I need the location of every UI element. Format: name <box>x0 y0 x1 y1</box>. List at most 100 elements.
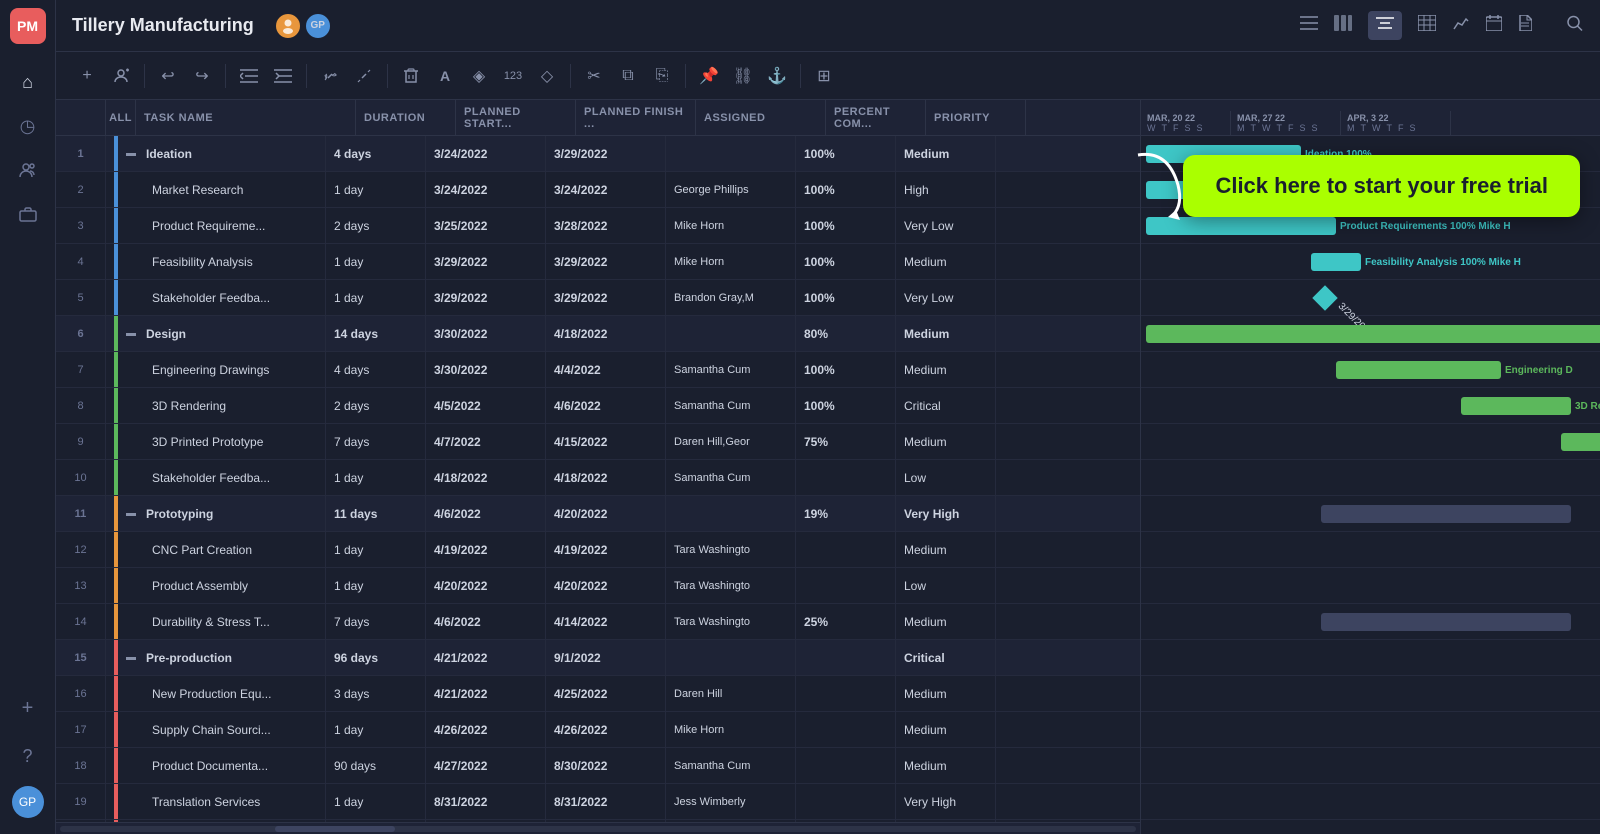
scrollbar-thumb[interactable] <box>275 826 395 832</box>
unlink-btn[interactable] <box>349 61 379 91</box>
task-name-cell[interactable]: 3D Printed Prototype <box>106 424 326 459</box>
task-name-cell[interactable]: Product Assembly <box>106 568 326 603</box>
table-row[interactable]: 14Durability & Stress T...7 days4/6/2022… <box>56 604 1140 640</box>
group-expand-icon[interactable]: ▬ <box>126 328 136 339</box>
user-avatar-small[interactable]: GP <box>12 786 44 818</box>
cut-btn[interactable]: ✂ <box>579 61 609 91</box>
sidebar-item-briefcase[interactable] <box>10 196 46 232</box>
table-row[interactable]: 5Stakeholder Feedba...1 day3/29/20223/29… <box>56 280 1140 316</box>
sidebar-item-people[interactable] <box>10 152 46 188</box>
table-row[interactable]: 11▬Prototyping11 days4/6/20224/20/202219… <box>56 496 1140 532</box>
document-view-icon[interactable] <box>1518 15 1532 36</box>
task-name-cell[interactable]: Product Requireme... <box>106 208 326 243</box>
indent-btn[interactable] <box>268 61 298 91</box>
table-row[interactable]: 18Product Documenta...90 days4/27/20228/… <box>56 748 1140 784</box>
table-row[interactable]: 2Market Research1 day3/24/20223/24/2022G… <box>56 172 1140 208</box>
gantt-bar[interactable] <box>1321 613 1571 631</box>
col-task-header[interactable]: TASK NAME <box>136 100 356 135</box>
table-row[interactable]: 7Engineering Drawings4 days3/30/20224/4/… <box>56 352 1140 388</box>
paste-btn[interactable]: ⎘ <box>647 61 677 91</box>
gantt-view-icon[interactable] <box>1368 11 1402 40</box>
task-name-cell[interactable]: New Production Equ... <box>106 676 326 711</box>
col-priority-header[interactable]: PRIORITY <box>926 100 1026 135</box>
table-row[interactable]: 15▬Pre-production96 days4/21/20229/1/202… <box>56 640 1140 676</box>
table-row[interactable]: 12CNC Part Creation1 day4/19/20224/19/20… <box>56 532 1140 568</box>
delete-btn[interactable] <box>396 61 426 91</box>
number-btn[interactable]: 123 <box>498 61 528 91</box>
task-name-cell[interactable]: Supply Chain Sourci... <box>106 712 326 747</box>
table-row[interactable]: 17Supply Chain Sourci...1 day4/26/20224/… <box>56 712 1140 748</box>
sidebar-item-clock[interactable]: ◷ <box>10 108 46 144</box>
group-expand-icon[interactable]: ▬ <box>126 652 136 663</box>
assigned-cell: Brandon Gray,M <box>666 280 796 315</box>
table-row[interactable]: 10Stakeholder Feedba...1 day4/18/20224/1… <box>56 460 1140 496</box>
table-view-icon[interactable] <box>1418 15 1436 36</box>
gantt-bar[interactable]: Feasibility Analysis 100% Mike H <box>1311 253 1361 271</box>
table-row[interactable]: 93D Printed Prototype7 days4/7/20224/15/… <box>56 424 1140 460</box>
more-btn[interactable]: ⊞ <box>809 61 839 91</box>
add-task-btn[interactable]: + <box>72 61 102 91</box>
task-name-cell[interactable]: ▬Ideation <box>106 136 326 171</box>
task-name-cell[interactable]: Stakeholder Feedba... <box>106 280 326 315</box>
table-row[interactable]: 83D Rendering2 days4/5/20224/6/2022Saman… <box>56 388 1140 424</box>
task-color-bar <box>114 784 118 819</box>
task-name-cell[interactable]: 3D Rendering <box>106 388 326 423</box>
gantt-bar[interactable] <box>1146 325 1600 343</box>
col-assigned-header[interactable]: ASSIGNED <box>696 100 826 135</box>
task-name-cell[interactable]: Stakeholder Feedba... <box>106 460 326 495</box>
search-icon-top[interactable] <box>1566 14 1584 37</box>
column-view-icon[interactable] <box>1334 15 1352 36</box>
col-finish-header[interactable]: PLANNED FINISH ... <box>576 100 696 135</box>
task-name-cell[interactable]: Product Documenta... <box>106 748 326 783</box>
task-name-cell[interactable]: ▬Design <box>106 316 326 351</box>
avatar-2[interactable]: GP <box>304 12 332 40</box>
group-expand-icon[interactable]: ▬ <box>126 148 136 159</box>
anchor-btn[interactable]: ⚓ <box>762 61 792 91</box>
text-btn[interactable]: A <box>430 61 460 91</box>
task-name-cell[interactable]: Engineering Drawings <box>106 352 326 387</box>
task-name-cell[interactable]: Feasibility Analysis <box>106 244 326 279</box>
gantt-bar[interactable] <box>1321 505 1571 523</box>
sidebar-item-home[interactable]: ⌂ <box>10 64 46 100</box>
undo-btn[interactable]: ↩ <box>153 61 183 91</box>
list-view-icon[interactable] <box>1300 15 1318 36</box>
diamond-btn[interactable]: ◇ <box>532 61 562 91</box>
task-name-cell[interactable]: ▬Pre-production <box>106 640 326 675</box>
task-name-cell[interactable]: Durability & Stress T... <box>106 604 326 639</box>
gantt-bar[interactable]: 3D Rend <box>1461 397 1571 415</box>
chart-view-icon[interactable] <box>1452 15 1470 36</box>
sidebar-add-button[interactable]: + <box>10 690 46 726</box>
free-trial-button[interactable]: Click here to start your free trial <box>1183 155 1580 217</box>
horizontal-scrollbar[interactable] <box>56 822 1140 834</box>
col-all-header[interactable]: ALL <box>106 100 136 135</box>
task-name-cell[interactable]: CNC Part Creation <box>106 532 326 567</box>
gantt-bar[interactable] <box>1561 433 1600 451</box>
table-row[interactable]: 4Feasibility Analysis1 day3/29/20223/29/… <box>56 244 1140 280</box>
calendar-view-icon[interactable] <box>1486 15 1502 36</box>
link-btn[interactable] <box>315 61 345 91</box>
table-row[interactable]: 16New Production Equ...3 days4/21/20224/… <box>56 676 1140 712</box>
task-name-cell[interactable]: ▬Prototyping <box>106 496 326 531</box>
table-row[interactable]: 1▬Ideation4 days3/24/20223/29/2022100%Me… <box>56 136 1140 172</box>
copy-btn[interactable]: ⧉ <box>613 61 643 91</box>
link2-btn[interactable]: ⛓ <box>728 61 758 91</box>
table-row[interactable]: 6▬Design14 days3/30/20224/18/202280%Medi… <box>56 316 1140 352</box>
sidebar-help-icon[interactable]: ? <box>10 738 46 774</box>
app-logo[interactable]: PM <box>10 8 46 44</box>
col-duration-header[interactable]: DURATION <box>356 100 456 135</box>
add-person-btn[interactable] <box>106 61 136 91</box>
task-name-cell[interactable]: Translation Services <box>106 784 326 819</box>
redo-btn[interactable]: ↪ <box>187 61 217 91</box>
col-percent-header[interactable]: PERCENT COM... <box>826 100 926 135</box>
group-expand-icon[interactable]: ▬ <box>126 508 136 519</box>
task-name-cell[interactable]: Market Research <box>106 172 326 207</box>
gantt-bar[interactable]: Engineering D <box>1336 361 1501 379</box>
pin-btn[interactable]: 📌 <box>694 61 724 91</box>
table-row[interactable]: 13Product Assembly1 day4/20/20224/20/202… <box>56 568 1140 604</box>
table-row[interactable]: 19Translation Services1 day8/31/20228/31… <box>56 784 1140 820</box>
avatar-1[interactable] <box>274 12 302 40</box>
shape-btn[interactable]: ◈ <box>464 61 494 91</box>
table-row[interactable]: 3Product Requireme...2 days3/25/20223/28… <box>56 208 1140 244</box>
outdent-btn[interactable] <box>234 61 264 91</box>
col-start-header[interactable]: PLANNED START... <box>456 100 576 135</box>
